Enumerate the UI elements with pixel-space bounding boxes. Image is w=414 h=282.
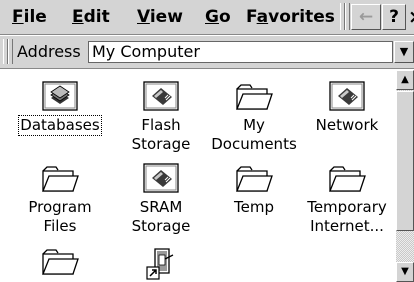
back-button[interactable]: ← bbox=[351, 4, 381, 30]
item-databases[interactable]: Databases bbox=[12, 80, 108, 136]
item-label: My Documents bbox=[206, 116, 302, 154]
item-my-documents[interactable]: My Documents bbox=[206, 80, 302, 154]
item-flash-storage[interactable]: Flash Storage bbox=[113, 80, 209, 154]
menu-go[interactable]: Go bbox=[205, 7, 231, 27]
menu-view[interactable]: View bbox=[137, 7, 183, 27]
address-input[interactable]: My Computer bbox=[88, 41, 393, 63]
menu-bar: File Edit View Go Favorites ← ? × bbox=[0, 0, 414, 35]
menu-file-accel: F bbox=[12, 7, 24, 27]
item-label-line-1: Temporary bbox=[307, 198, 387, 216]
folder-icon bbox=[327, 162, 367, 194]
menu-favorites-accel: a bbox=[256, 7, 269, 27]
storage-card-icon bbox=[327, 80, 367, 112]
item-label-line-1: My bbox=[243, 116, 265, 134]
item-sram-storage[interactable]: SRAM Storage bbox=[113, 162, 209, 236]
menu-favorites-label: vorites bbox=[268, 7, 335, 27]
menu-go-accel: G bbox=[205, 7, 219, 27]
menu-view-label: iew bbox=[149, 7, 183, 27]
item-label: Network bbox=[315, 116, 379, 134]
vertical-scrollbar[interactable]: ▲ ▼ bbox=[396, 70, 414, 282]
folder-icon bbox=[40, 162, 80, 194]
folder-icon bbox=[234, 162, 274, 194]
menu-file-label: ile bbox=[23, 7, 47, 27]
item-label-line-2: Documents bbox=[211, 135, 297, 153]
toolbar-grip-2[interactable] bbox=[345, 3, 350, 30]
item-temp[interactable]: Temp bbox=[206, 162, 302, 217]
menu-favorites-pre: F bbox=[246, 7, 257, 27]
close-icon: × bbox=[408, 6, 414, 28]
item-label-line-2: Storage bbox=[131, 217, 191, 235]
address-dropdown-button[interactable]: ▼ bbox=[394, 41, 414, 63]
item-folder[interactable] bbox=[12, 245, 108, 277]
address-bar: Address My Computer ▼ bbox=[0, 36, 414, 69]
menu-file[interactable]: File bbox=[12, 7, 47, 27]
item-program-files[interactable]: Program Files bbox=[12, 162, 108, 236]
menu-view-accel: V bbox=[137, 7, 150, 27]
scroll-down-button[interactable]: ▼ bbox=[396, 262, 414, 282]
scroll-up-button[interactable]: ▲ bbox=[396, 70, 414, 90]
item-shortcut[interactable] bbox=[113, 245, 209, 281]
shortcut-icon bbox=[146, 248, 174, 280]
item-label: Program Files bbox=[28, 198, 92, 235]
close-button[interactable]: × bbox=[406, 4, 414, 30]
help-button[interactable]: ? bbox=[382, 4, 406, 30]
item-label: SRAM Storage bbox=[113, 198, 209, 236]
address-label: Address bbox=[17, 42, 81, 61]
item-label: Databases bbox=[18, 115, 102, 136]
item-label-line-1: SRAM bbox=[139, 198, 183, 216]
item-label-line-2: Internet... bbox=[310, 217, 384, 235]
menu-favorites[interactable]: Favorites bbox=[246, 7, 335, 27]
folder-icon bbox=[234, 80, 274, 112]
help-icon: ? bbox=[389, 7, 399, 27]
menu-go-label: o bbox=[218, 7, 231, 27]
menu-edit[interactable]: Edit bbox=[72, 7, 110, 27]
file-view: Databases Flash Storage My Documents Netwo… bbox=[0, 70, 396, 282]
item-label: Temporary Internet... bbox=[299, 198, 395, 236]
item-network[interactable]: Network bbox=[299, 80, 395, 135]
item-label-line-1: Flash bbox=[141, 116, 181, 134]
item-temporary-internet[interactable]: Temporary Internet... bbox=[299, 162, 395, 236]
menu-edit-label: dit bbox=[83, 7, 110, 27]
item-label: Flash Storage bbox=[113, 116, 209, 154]
item-label-line-2: Storage bbox=[131, 135, 191, 153]
storage-card-icon bbox=[141, 162, 181, 194]
chevron-down-icon: ▼ bbox=[399, 45, 409, 58]
menu-edit-accel: E bbox=[72, 7, 84, 27]
scroll-thumb[interactable] bbox=[396, 91, 414, 231]
storage-card-icon bbox=[141, 80, 181, 112]
chevron-down-icon: ▼ bbox=[401, 266, 409, 277]
address-grip-2[interactable] bbox=[8, 39, 13, 64]
item-label: Temp bbox=[234, 198, 274, 216]
back-arrow-icon: ← bbox=[358, 7, 374, 27]
database-icon bbox=[42, 81, 78, 111]
folder-icon bbox=[40, 245, 80, 277]
chevron-up-icon: ▲ bbox=[401, 74, 409, 85]
